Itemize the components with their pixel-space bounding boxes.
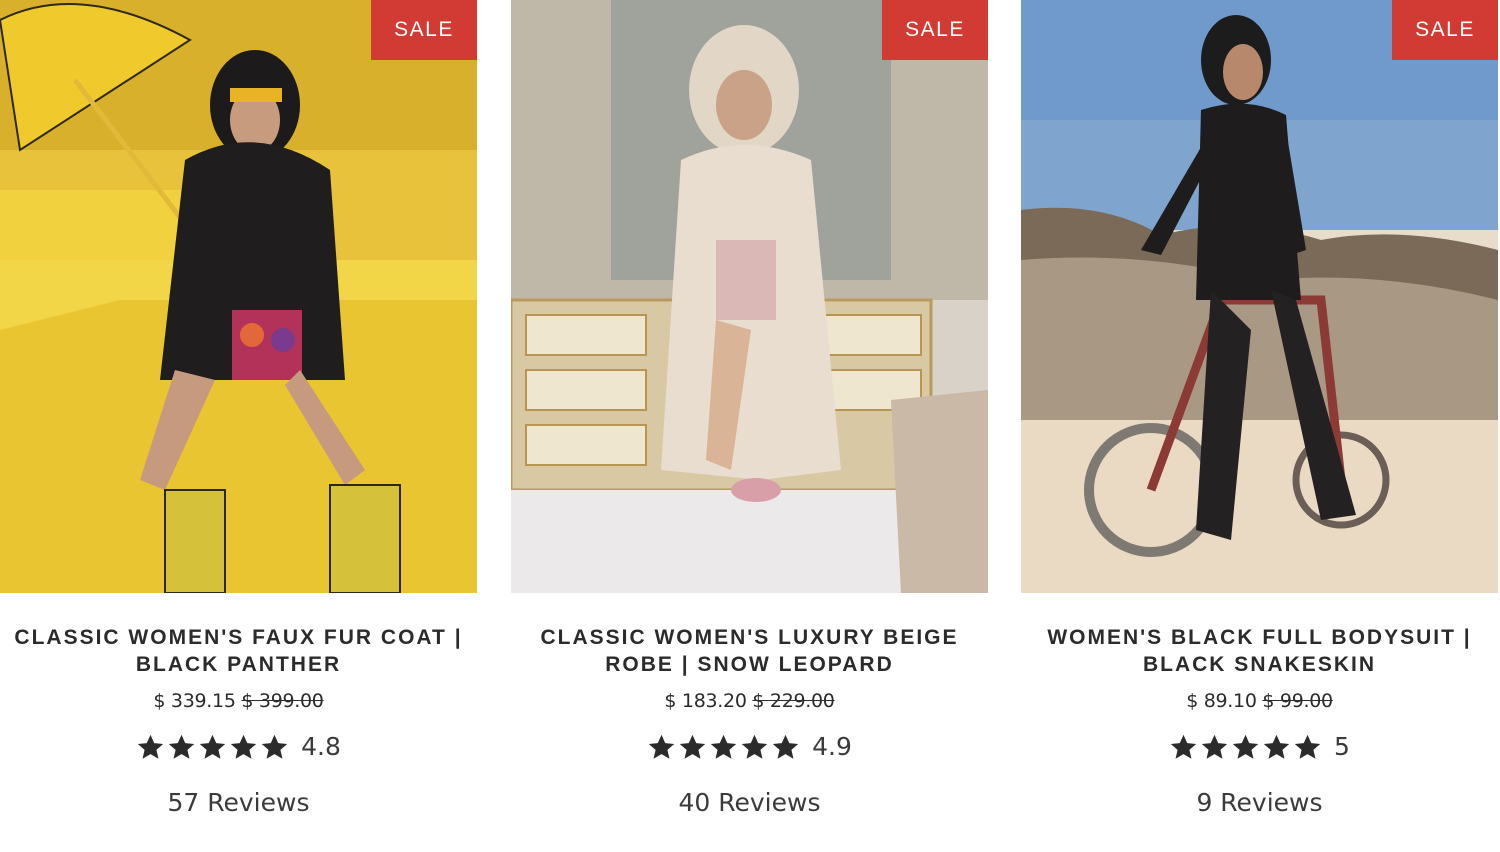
star-icon [261,734,288,759]
sale-price: $ 339.15 [153,690,236,712]
product-title[interactable]: CLASSIC WOMEN'S LUXURY BEIGE ROBE | SNOW… [511,624,988,678]
rating-value: 4.8 [301,732,341,761]
star-icon [1263,734,1290,759]
product-title-line-1[interactable]: CLASSIC WOMEN'S FAUX FUR COAT | [0,624,477,651]
product-card-snow-leopard-robe[interactable]: SALE CLASSIC WOMEN'S LUXURY BEIGE ROBE |… [511,0,988,852]
rating-row[interactable]: 4.9 [511,728,988,766]
compare-at-price: $ 229.00 [752,690,835,712]
product-title-line-2[interactable]: BLACK SNAKESKIN [1021,651,1498,678]
star-rating [136,733,289,762]
star-icon [741,734,768,759]
product-image-snow-leopard-robe[interactable] [511,0,988,593]
star-icon [772,734,799,759]
sale-badge: SALE [371,0,477,60]
product-image-black-snakeskin-bodysuit[interactable] [1021,0,1498,593]
product-card-black-panther-coat[interactable]: SALE CLASSIC WOMEN'S FAUX FUR COAT | BLA… [0,0,477,852]
sale-badge: SALE [1392,0,1498,60]
star-icon [1170,734,1197,759]
star-icon [1201,734,1228,759]
rating-value: 4.9 [812,732,852,761]
star-icon [230,734,257,759]
rating-row[interactable]: 4.8 [0,728,477,766]
star-icon [168,734,195,759]
product-title[interactable]: WOMEN'S BLACK FULL BODYSUIT | BLACK SNAK… [1021,624,1498,678]
rating-row[interactable]: 5 [1021,728,1498,766]
star-rating [647,733,800,762]
reviews-link[interactable]: 40 Reviews [511,788,988,817]
star-icon [710,734,737,759]
sale-price: $ 89.10 [1186,690,1257,712]
product-price: $ 339.15 $ 399.00 [0,690,477,712]
sale-badge: SALE [882,0,988,60]
sale-price: $ 183.20 [664,690,747,712]
star-icon [1232,734,1259,759]
product-title-line-1[interactable]: CLASSIC WOMEN'S LUXURY BEIGE [511,624,988,651]
star-icon [648,734,675,759]
compare-at-price: $ 399.00 [241,690,324,712]
star-icon [679,734,706,759]
compare-at-price: $ 99.00 [1262,690,1333,712]
product-price: $ 183.20 $ 229.00 [511,690,988,712]
reviews-link[interactable]: 9 Reviews [1021,788,1498,817]
star-icon [1294,734,1321,759]
star-rating [1169,733,1322,762]
product-image-black-panther-coat[interactable] [0,0,477,593]
product-card-black-snakeskin-bodysuit[interactable]: SALE WOMEN'S BLACK FULL BODYSUIT | BLACK… [1021,0,1498,852]
product-price: $ 89.10 $ 99.00 [1021,690,1498,712]
product-title[interactable]: CLASSIC WOMEN'S FAUX FUR COAT | BLACK PA… [0,624,477,678]
rating-value: 5 [1334,732,1350,761]
star-icon [137,734,164,759]
product-grid: SALE CLASSIC WOMEN'S FAUX FUR COAT | BLA… [0,0,1500,852]
product-title-line-1[interactable]: WOMEN'S BLACK FULL BODYSUIT | [1021,624,1498,651]
reviews-link[interactable]: 57 Reviews [0,788,477,817]
product-title-line-2[interactable]: ROBE | SNOW LEOPARD [511,651,988,678]
product-title-line-2[interactable]: BLACK PANTHER [0,651,477,678]
star-icon [199,734,226,759]
